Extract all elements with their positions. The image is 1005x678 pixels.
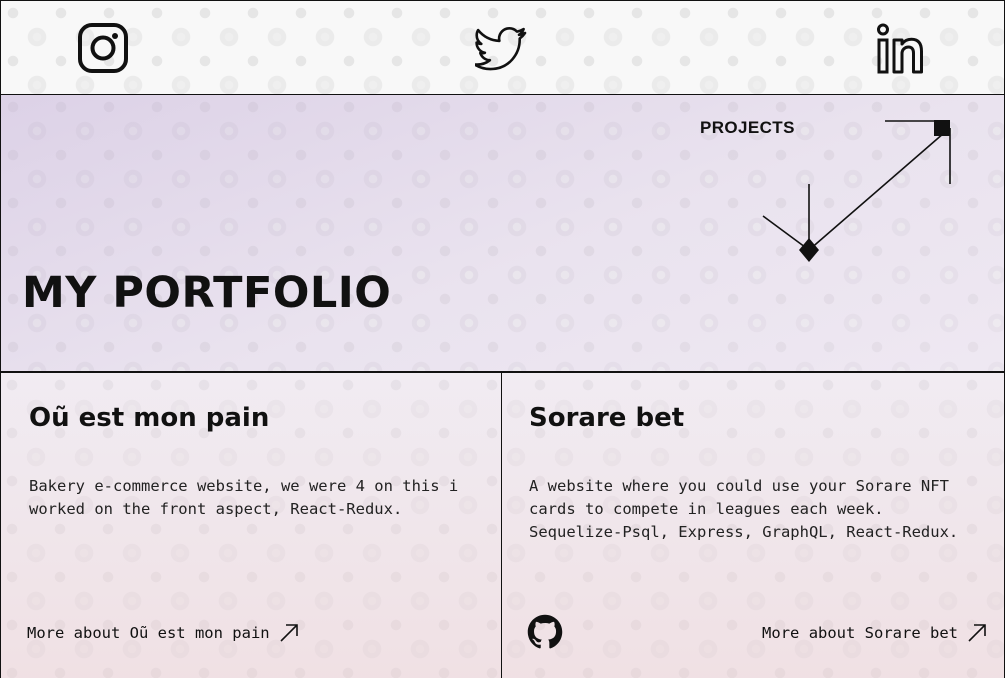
twitter-icon[interactable] (473, 21, 531, 77)
project-card: Sorare bet A website where you could use… (501, 373, 1004, 678)
github-icon[interactable] (527, 614, 563, 650)
arrow-graphic-icon (762, 120, 951, 262)
more-about-link[interactable]: More about Sorare bet (762, 622, 988, 644)
project-title: Oũ est mon pain (29, 403, 270, 433)
linkedin-icon[interactable] (875, 21, 931, 77)
more-about-label: More about Oũ est mon pain (27, 624, 270, 642)
projects-grid: Oũ est mon pain Bakery e-commerce websit… (0, 373, 1005, 678)
instagram-icon[interactable] (76, 21, 132, 77)
arrow-up-right-icon (280, 624, 298, 642)
more-about-link[interactable]: More about Oũ est mon pain (27, 622, 300, 644)
more-about-label: More about Sorare bet (762, 624, 958, 642)
social-bar (0, 0, 1005, 96)
page-title: MY PORTFOLIO (22, 268, 392, 318)
project-description: Bakery e-commerce website, we were 4 on … (29, 477, 459, 518)
arrow-up-right-icon (968, 624, 986, 642)
project-description: A website where you could use your Sorar… (529, 477, 959, 541)
project-title: Sorare bet (529, 403, 685, 433)
project-card: Oũ est mon pain Bakery e-commerce websit… (0, 373, 501, 678)
